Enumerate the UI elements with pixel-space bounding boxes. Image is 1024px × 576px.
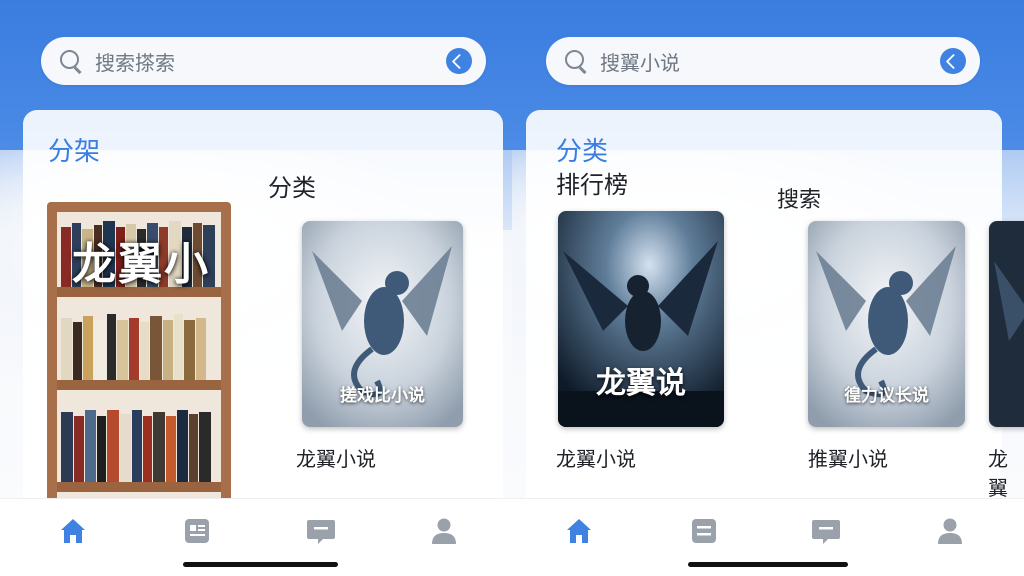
home-indicator: [183, 562, 338, 567]
home-icon[interactable]: [57, 515, 89, 547]
card-title: 分架: [48, 137, 101, 167]
dragon-cover-art: [989, 221, 1024, 427]
user-icon[interactable]: [934, 515, 966, 547]
right-screen: 搜翼小说 分类 排行榜 搜索 龙翼说 龙翼小说 徨力议长说 推翼小说 龙翼: [512, 0, 1024, 576]
arrow-go-icon[interactable]: [940, 48, 966, 74]
section-label[interactable]: 分类: [268, 168, 316, 203]
card-title: 分类: [556, 137, 609, 167]
cover-title: 搓戏比小说: [340, 386, 425, 406]
home-indicator: [688, 562, 848, 567]
list-icon[interactable]: [688, 515, 720, 547]
book-caption[interactable]: 龙翼: [988, 443, 1024, 501]
left-screen: 搜索搽索 分架 分类 龙翼小 搓戏比小说 龙翼小说: [0, 0, 512, 576]
search-placeholder: 搜索搽索: [95, 50, 175, 75]
home-icon[interactable]: [563, 515, 595, 547]
list-icon[interactable]: [181, 515, 213, 547]
book-caption[interactable]: 推翼小说: [808, 443, 888, 472]
search-bar[interactable]: 搜索搽索: [41, 37, 486, 85]
user-icon[interactable]: [428, 515, 460, 547]
message-icon[interactable]: [305, 515, 337, 547]
shelf-title: 龙翼小: [72, 239, 210, 290]
search-placeholder: 搜翼小说: [600, 50, 680, 75]
cover-title: 龙翼说: [596, 366, 686, 401]
book-caption[interactable]: 龙翼小说: [296, 443, 376, 472]
ranking-label[interactable]: 排行榜: [556, 165, 628, 200]
arrow-go-icon[interactable]: [446, 48, 472, 74]
search-icon: [57, 47, 85, 75]
cover-title: 徨力议长说: [844, 386, 929, 406]
book-cover[interactable]: [989, 221, 1024, 427]
search-label[interactable]: 搜索: [777, 182, 821, 214]
message-icon[interactable]: [810, 515, 842, 547]
search-icon: [562, 47, 590, 75]
book-caption[interactable]: 龙翼小说: [556, 443, 636, 472]
search-bar[interactable]: 搜翼小说: [546, 37, 980, 85]
